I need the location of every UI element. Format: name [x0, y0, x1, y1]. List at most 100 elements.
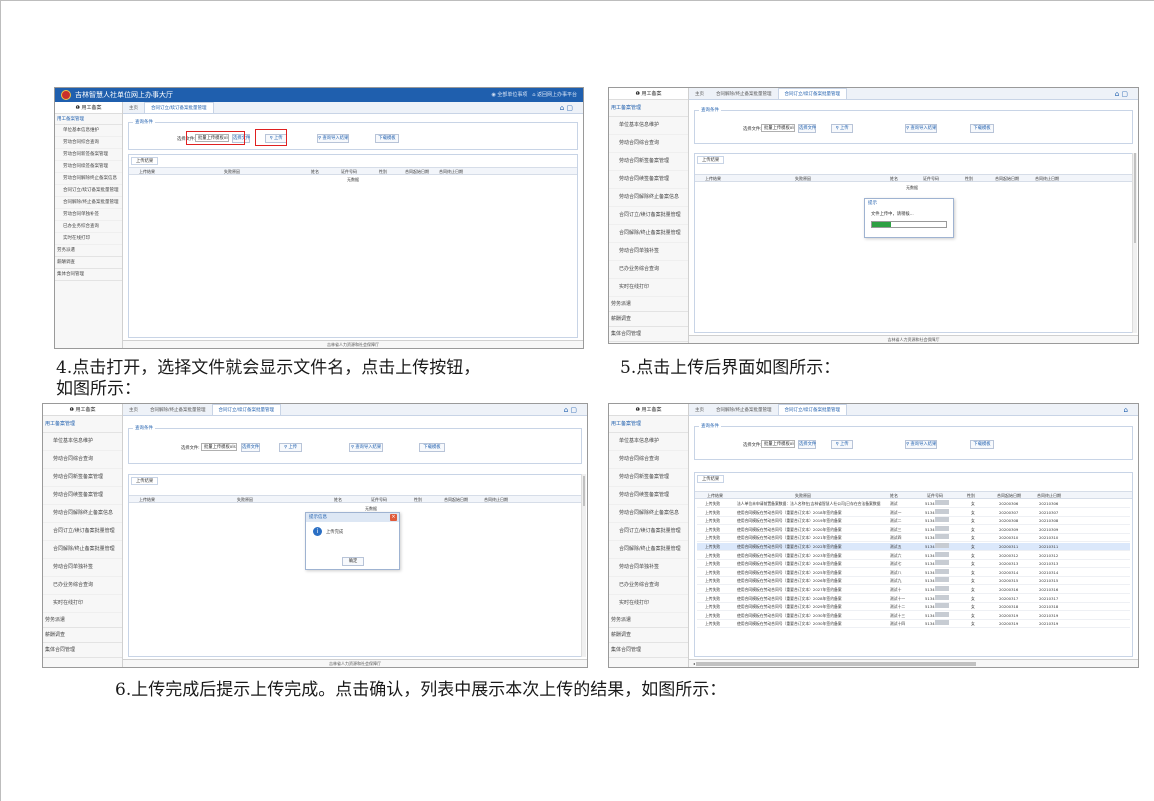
- sidebar-item[interactable]: 合同解除/终止备案批量管理: [609, 541, 688, 559]
- sidebar-item[interactable]: 劳务派遣: [609, 297, 688, 312]
- upload-button[interactable]: ⚲ 上传: [279, 443, 302, 452]
- view-result-button[interactable]: ⚲ 查询导入结果: [905, 440, 937, 449]
- view-result-button[interactable]: ⚲ 查询导入结果: [349, 443, 383, 452]
- results-tab[interactable]: 上传结果: [131, 477, 159, 485]
- sidebar-item[interactable]: 劳动合同单独补签: [609, 559, 688, 577]
- sidebar-item[interactable]: 薪酬调查: [609, 312, 688, 327]
- file-field[interactable]: 批量上传模板xls.xls: [761, 440, 795, 448]
- sidebar-item[interactable]: 合同解除/终止备案批量管理: [55, 197, 122, 209]
- home-icon[interactable]: ⌂ ▢: [1115, 90, 1128, 98]
- sidebar-item[interactable]: 劳动合同续签备案管理: [609, 171, 688, 189]
- sidebar-item[interactable]: 劳动合同解除终止备案信息: [609, 505, 688, 523]
- sidebar-item[interactable]: 合同订立/续订备案批量管理: [609, 207, 688, 225]
- table-row[interactable]: 上传失败 使用合同模板在劳动合同号（重要合订文本）2021年签约备案 测试四 5134…: [697, 534, 1130, 543]
- table-row[interactable]: 上传失败 使用合同模板在劳动合同号（重要合订文本）2019年签约备案 测试二 5134…: [697, 517, 1130, 526]
- table-row[interactable]: 上传失败 使用合同模板在劳动合同号（重要合订文本）2026年签约备案 测试九 5134…: [697, 577, 1130, 586]
- tab-batch-end[interactable]: 合同解除/终止备案批量管理: [710, 89, 778, 100]
- table-row[interactable]: 上传失败 法人单位未申请前置备案数据：法人名称在[吉林省智慧人社公司]已存在合法备…: [697, 500, 1130, 508]
- tab-home[interactable]: 主页: [123, 103, 144, 114]
- sidebar-item[interactable]: 劳动合同续签备案管理: [55, 161, 122, 173]
- sidebar-item[interactable]: 集体合同管理: [43, 643, 122, 658]
- sidebar-item[interactable]: 劳动合同解除终止备案信息: [43, 505, 122, 523]
- tab-home[interactable]: 主页: [689, 405, 710, 416]
- upload-button[interactable]: ⚲ 上传: [831, 124, 853, 133]
- sidebar-item[interactable]: 实时在线打印: [43, 595, 122, 613]
- sidebar-item[interactable]: 劳动合同续签备案管理: [43, 487, 122, 505]
- sidebar-item[interactable]: 劳动合同续签备案管理: [609, 487, 688, 505]
- sidebar-item[interactable]: 劳动合同综合查询: [609, 451, 688, 469]
- tab-batch-end[interactable]: 合同解除/终止备案批量管理: [710, 405, 778, 416]
- upload-button[interactable]: ⚲ 上传: [831, 440, 853, 449]
- table-row[interactable]: 上传失败 使用合同模板在劳动合同号（重要合订文本）2027年签约备案 测试十 5134…: [697, 586, 1130, 594]
- scrollbar[interactable]: [1132, 153, 1137, 333]
- sidebar-item[interactable]: 薪酬调查: [609, 628, 688, 643]
- choose-file-button[interactable]: 选择文件: [798, 124, 816, 133]
- sidebar-item[interactable]: 单位基本信息维护: [609, 117, 688, 135]
- sidebar-item[interactable]: 劳务派遣: [609, 613, 688, 628]
- results-tab[interactable]: 上传结果: [697, 156, 725, 164]
- download-template-button[interactable]: 下载模板: [970, 440, 994, 449]
- tab-batch-sign[interactable]: 合同订立/续订备案批量管理: [144, 102, 214, 113]
- sidebar-item[interactable]: 劳动合同单独补签: [609, 243, 688, 261]
- choose-file-button[interactable]: 选择文件: [241, 443, 260, 452]
- tab-batch-sign[interactable]: 合同订立/续订备案批量管理: [777, 88, 848, 99]
- sidebar-item[interactable]: 合同订立/续订备案批量管理: [609, 523, 688, 541]
- download-template-button[interactable]: 下载模板: [375, 134, 399, 143]
- table-row[interactable]: 上传失败 使用合同模板在劳动合同号（重要合订文本）2023年签约备案 测试六 5134…: [697, 551, 1130, 560]
- choose-file-button[interactable]: 选择文件: [798, 440, 816, 449]
- sidebar-item[interactable]: 劳动合同解除终止备案信息: [55, 173, 122, 185]
- sidebar-group-open[interactable]: 用工备案管理: [55, 114, 122, 125]
- table-row[interactable]: 上传失败 使用合同模板在劳动合同号（重要合订文本）2028年签约备案 测试十一 513…: [697, 594, 1130, 603]
- table-row[interactable]: 上传失败 使用合同模板在劳动合同号（重要合订文本）2030年签约备案 测试十三 513…: [697, 611, 1130, 620]
- sidebar-item[interactable]: 集体合同管理: [609, 327, 688, 342]
- sidebar-item[interactable]: 劳动合同新签备案管理: [609, 153, 688, 171]
- sidebar-item[interactable]: 劳动合同单独补签: [43, 559, 122, 577]
- download-template-button[interactable]: 下载模板: [419, 443, 445, 452]
- sidebar-item[interactable]: 集体合同管理: [609, 643, 688, 658]
- home-icon[interactable]: ⌂ ▢: [564, 406, 577, 414]
- sidebar-item[interactable]: 合同解除/终止备案批量管理: [609, 225, 688, 243]
- sidebar-item[interactable]: 实时在线打印: [609, 279, 688, 297]
- sidebar-item[interactable]: 单位基本信息维护: [55, 125, 122, 137]
- sidebar-item[interactable]: 薪酬调查: [55, 257, 122, 269]
- tab-home[interactable]: 主页: [123, 405, 144, 416]
- results-tab[interactable]: 上传结果: [131, 157, 159, 165]
- sidebar-item[interactable]: 劳动合同单独补签: [55, 209, 122, 221]
- sidebar-item[interactable]: 劳动合同综合查询: [43, 451, 122, 469]
- sidebar-item[interactable]: 实时在线打印: [55, 233, 122, 245]
- sidebar-group-open[interactable]: 用工备案管理: [609, 100, 688, 117]
- file-field[interactable]: 批量上传模板xls.xls: [761, 124, 795, 132]
- sidebar-item[interactable]: 单位基本信息维护: [43, 433, 122, 451]
- sidebar-item[interactable]: 已办业务综合查询: [609, 261, 688, 279]
- results-tab[interactable]: 上传结果: [697, 475, 725, 483]
- sidebar-item[interactable]: 实时在线打印: [609, 595, 688, 613]
- sidebar-item[interactable]: 劳动合同综合查询: [609, 135, 688, 153]
- close-icon[interactable]: ×: [390, 514, 397, 521]
- table-row[interactable]: 上传失败 使用合同模板在劳动合同号（重要合订文本）2018年签约备案 测试一 5134…: [697, 508, 1130, 517]
- sidebar-item[interactable]: 合同订立/续订备案批量管理: [55, 185, 122, 197]
- home-icon[interactable]: ⌂ ▢: [560, 104, 573, 112]
- sidebar-item[interactable]: 已办业务综合查询: [43, 577, 122, 595]
- topbar-links[interactable]: ◉ 全部单位事项 ⌂ 返回网上办事平台: [491, 91, 577, 98]
- sidebar-item[interactable]: 薪酬调查: [43, 628, 122, 643]
- table-row[interactable]: 上传失败 使用合同模板在劳动合同号（重要合订文本）2022年签约备案 测试五 5134…: [697, 543, 1130, 551]
- tab-batch-end[interactable]: 合同解除/终止备案批量管理: [144, 405, 212, 416]
- file-field[interactable]: 批量上传模板xls.xls: [201, 443, 237, 451]
- view-result-button[interactable]: ⚲ 查询导入结果: [905, 124, 937, 133]
- scrollbar[interactable]: [581, 474, 586, 657]
- table-row[interactable]: 上传失败 使用合同模板在劳动合同号（重要合订文本）2020年签约备案 测试三 5134…: [697, 525, 1130, 534]
- sidebar-item[interactable]: 已办业务综合查询: [55, 221, 122, 233]
- sidebar-group-open[interactable]: 用工备案管理: [43, 416, 122, 433]
- ok-button[interactable]: 确定: [342, 557, 364, 566]
- table-row[interactable]: 上传失败 使用合同模板在劳动合同号（重要合订文本）2029年签约备案 测试十二 513…: [697, 603, 1130, 612]
- sidebar-item[interactable]: 已办业务综合查询: [609, 577, 688, 595]
- download-template-button[interactable]: 下载模板: [970, 124, 994, 133]
- sidebar-item[interactable]: 劳动合同新签备案管理: [43, 469, 122, 487]
- tab-batch-sign[interactable]: 合同订立/续订备案批量管理: [211, 404, 282, 415]
- sidebar-item[interactable]: 单位基本信息维护: [609, 433, 688, 451]
- tab-batch-sign[interactable]: 合同订立/续订备案批量管理: [777, 404, 848, 415]
- sidebar-item[interactable]: 劳务派遣: [55, 245, 122, 257]
- sidebar-item[interactable]: 劳动合同新签备案管理: [55, 149, 122, 161]
- sidebar-item[interactable]: 劳动合同解除终止备案信息: [609, 189, 688, 207]
- home-icon[interactable]: ⌂: [1124, 406, 1128, 414]
